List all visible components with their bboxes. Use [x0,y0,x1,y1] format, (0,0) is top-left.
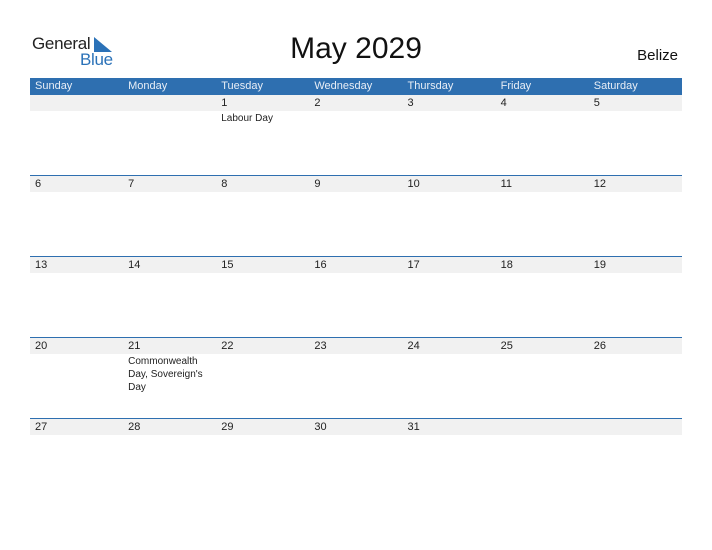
day-number: 22 [221,339,234,352]
day-number: 14 [128,258,141,271]
holiday-label [403,192,496,193]
day-number: 1 [221,97,228,109]
holiday-label [30,435,123,436]
weekday-sunday: Sunday [35,80,73,92]
day-number: 28 [128,420,141,433]
holiday-label [309,273,402,274]
country-label: Belize [637,47,678,64]
day-number: 21 [128,339,141,352]
holiday-label [589,192,682,193]
weekday-header: Sunday Monday Tuesday Wednesday Thursday… [30,78,682,95]
events-row: Commonwealth Day, Sovereign's Day [30,354,682,394]
day-number: 17 [407,258,420,271]
holiday-label [216,192,309,193]
day-number: 31 [407,420,420,433]
week-row: 13 14 15 16 17 18 19 [30,255,682,338]
holiday-label [216,354,309,394]
day-number [589,419,682,435]
date-band: 6 7 8 9 10 11 12 [30,175,682,192]
day-number: 20 [35,339,48,352]
day-number: 2 [314,97,321,109]
holiday-label [403,435,496,436]
holiday-label [30,354,123,394]
holiday-label [309,111,402,125]
events-row [30,435,682,436]
holiday-label [123,111,216,125]
date-band: 20 21 22 23 24 25 26 [30,337,682,354]
day-number: 27 [35,420,48,433]
holiday-label [496,273,589,274]
day-number: 13 [35,258,48,271]
holiday-label [589,111,682,125]
day-number: 11 [500,177,513,190]
holiday-label [123,192,216,193]
events-row: Labour Day [30,111,682,125]
date-band: 13 14 15 16 17 18 19 [30,256,682,273]
calendar-grid: Sunday Monday Tuesday Wednesday Thursday… [30,78,682,435]
day-number: 24 [407,339,420,352]
holiday-label [216,435,309,436]
day-number: 5 [593,97,600,109]
holiday-label: Labour Day [221,113,273,124]
date-band: 1 2 3 4 5 [30,95,682,111]
holiday-label [123,273,216,274]
day-number: 12 [593,177,606,190]
day-number: 23 [314,339,327,352]
weekday-monday: Monday [128,80,168,92]
day-number: 6 [35,177,42,190]
day-number: 3 [407,97,414,109]
day-number: 4 [500,97,507,109]
day-number: 29 [221,420,234,433]
holiday-label [589,354,682,394]
weekday-saturday: Saturday [593,80,638,92]
day-number: 9 [314,177,321,190]
holiday-label [589,435,682,436]
holiday-label [496,354,589,394]
holiday-label [309,354,402,394]
holiday-label [123,435,216,436]
events-row [30,192,682,193]
holiday-label [403,273,496,274]
holiday-label [309,435,402,436]
day-number: 19 [593,258,606,271]
events-row [30,273,682,274]
holiday-label [496,435,589,436]
day-number: 30 [314,420,327,433]
day-number [30,95,123,111]
holiday-label [496,111,589,125]
holiday-label [309,192,402,193]
day-number: 7 [128,177,135,190]
holiday-label [30,192,123,193]
day-number: 8 [221,177,228,190]
holiday-label [403,354,496,394]
holiday-label [589,273,682,274]
day-number: 16 [314,258,327,271]
weekday-friday: Friday [500,80,532,92]
date-band: 27 28 29 30 31 [30,418,682,435]
holiday-label [403,111,496,125]
week-row: 20 21 22 23 24 25 26 Commonwealth Day, Sovereig… [30,336,682,419]
week-row: 1 2 3 4 5 Labour Day [30,95,682,176]
holiday-label [216,273,309,274]
holiday-label [30,111,123,125]
day-number: 26 [593,339,606,352]
day-number: 25 [500,339,513,352]
holiday-label [496,192,589,193]
weekday-thursday: Thursday [407,80,454,92]
weekday-wednesday: Wednesday [314,80,373,92]
calendar-title: May 2029 [290,32,422,65]
holiday-label: Commonwealth Day, Sovereign's Day [128,355,203,393]
day-number: 15 [221,258,234,271]
holiday-label [30,273,123,274]
day-number: 18 [500,258,513,271]
day-number [496,419,589,435]
day-number: 10 [407,177,420,190]
week-row: 27 28 29 30 31 [30,417,682,500]
weekday-tuesday: Tuesday [221,80,264,92]
day-number [123,95,216,111]
week-row: 6 7 8 9 10 11 12 [30,174,682,257]
